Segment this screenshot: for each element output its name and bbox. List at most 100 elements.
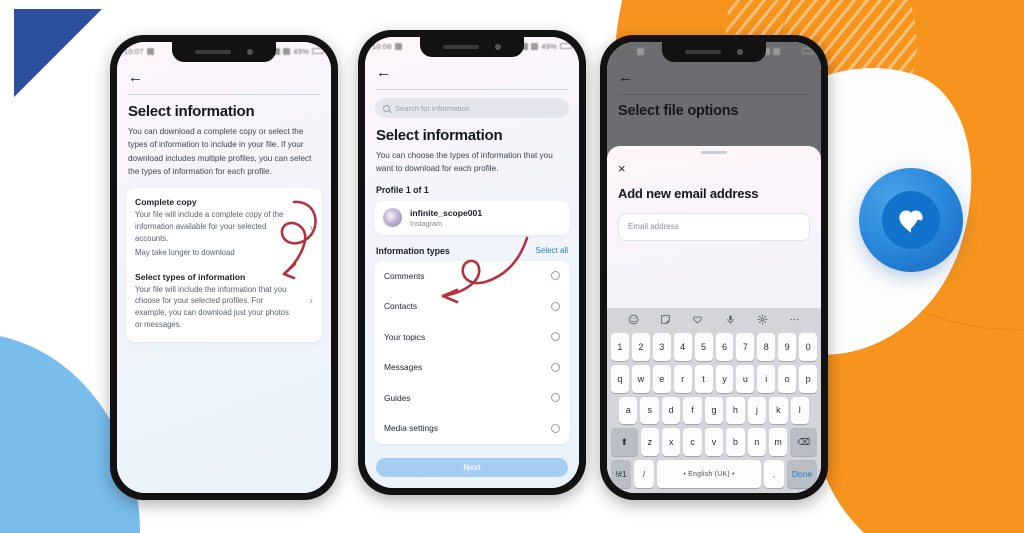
phone1-description: You can download a complete copy or sele… xyxy=(128,127,312,176)
radio-icon[interactable] xyxy=(551,271,560,281)
key-d[interactable]: d xyxy=(661,396,681,425)
profile-row[interactable]: infinite_scope001 Instagram xyxy=(374,200,570,235)
list-item-media-settings[interactable]: Media settings xyxy=(374,413,570,444)
comma-key[interactable]: , xyxy=(764,460,784,488)
key-2[interactable]: 2 xyxy=(631,333,650,361)
key-g[interactable]: g xyxy=(704,396,724,425)
list-item-comments[interactable]: Comments xyxy=(374,261,570,292)
key-7[interactable]: 7 xyxy=(736,333,755,361)
close-icon[interactable]: × xyxy=(618,162,810,175)
phone1-page-title: Select information xyxy=(128,103,255,120)
key-a[interactable]: a xyxy=(619,396,638,425)
status-app-icon xyxy=(394,42,402,50)
backspace-key[interactable]: ⌫ xyxy=(790,428,818,457)
list-item-guides[interactable]: Guides xyxy=(374,383,570,414)
microphone-icon[interactable] xyxy=(725,314,736,325)
key-z[interactable]: z xyxy=(640,428,660,457)
select-all-button[interactable]: Select all xyxy=(536,246,568,255)
key-p[interactable]: p xyxy=(799,364,818,393)
emoji-icon[interactable] xyxy=(628,314,639,325)
list-item-your-topics[interactable]: Your topics xyxy=(374,322,570,353)
information-types-list: Comments Contacts Your topics Messages G… xyxy=(374,260,570,444)
key-4[interactable]: 4 xyxy=(673,333,692,361)
navy-triangle-decoration xyxy=(14,9,102,97)
option-note: May take longer to download xyxy=(135,247,235,257)
sticker-icon[interactable] xyxy=(660,314,671,325)
key-t[interactable]: t xyxy=(694,364,713,393)
profile-count-label: Profile 1 of 1 xyxy=(376,184,429,195)
key-q[interactable]: q xyxy=(610,364,629,393)
key-c[interactable]: c xyxy=(683,428,702,457)
signal-icon xyxy=(531,42,539,50)
key-y[interactable]: y xyxy=(715,364,734,393)
status-app-icon xyxy=(146,47,154,55)
key-h[interactable]: h xyxy=(726,396,745,425)
back-icon[interactable]: ← xyxy=(128,70,143,85)
email-field[interactable]: Email address xyxy=(618,212,810,241)
key-w[interactable]: w xyxy=(631,364,650,393)
key-j[interactable]: j xyxy=(747,396,767,425)
key-m[interactable]: m xyxy=(768,428,788,457)
done-key[interactable]: Done xyxy=(787,460,817,488)
key-s[interactable]: s xyxy=(640,396,659,425)
symbols-key[interactable]: !#1 xyxy=(611,460,631,488)
slash-key[interactable]: / xyxy=(634,460,654,488)
back-icon[interactable]: ← xyxy=(376,65,391,80)
phone2-status-bar: 10:08 49% xyxy=(365,37,579,55)
key-r[interactable]: r xyxy=(673,364,692,393)
option-complete-copy[interactable]: Complete copy Your file will include a c… xyxy=(135,197,313,258)
radio-icon[interactable] xyxy=(551,332,560,342)
list-item-contacts[interactable]: Contacts xyxy=(374,291,570,322)
list-item-label: Guides xyxy=(384,392,411,403)
search-icon xyxy=(383,104,390,112)
avatar xyxy=(383,208,402,228)
key-u[interactable]: u xyxy=(736,364,755,393)
status-battery: 49% xyxy=(541,41,557,51)
key-o[interactable]: o xyxy=(778,364,797,393)
key-5[interactable]: 5 xyxy=(694,333,713,361)
radio-icon[interactable] xyxy=(551,423,560,433)
keyboard-row-bottom-letters: ⬆ z x c v b n m ⌫ xyxy=(609,428,819,457)
overflow-menu-icon[interactable] xyxy=(789,314,800,325)
settings-gear-icon[interactable] xyxy=(757,314,768,325)
key-6[interactable]: 6 xyxy=(715,333,734,361)
key-i[interactable]: i xyxy=(757,364,776,393)
shift-key[interactable]: ⬆ xyxy=(610,428,638,457)
key-3[interactable]: 3 xyxy=(652,333,671,361)
key-x[interactable]: x xyxy=(662,428,681,457)
phone2-description: You can choose the types of information … xyxy=(376,151,553,174)
space-key[interactable]: • English (UK) • xyxy=(657,460,761,488)
gif-heart-icon[interactable] xyxy=(692,314,703,325)
sheet-grabber[interactable] xyxy=(701,151,727,154)
key-f[interactable]: f xyxy=(683,396,702,425)
search-input[interactable]: Search for information xyxy=(375,98,569,118)
key-0[interactable]: 0 xyxy=(799,333,818,361)
information-types-header: Information types Select all xyxy=(365,235,579,261)
key-1[interactable]: 1 xyxy=(610,333,629,361)
list-item-label: Comments xyxy=(384,270,425,281)
list-item-messages[interactable]: Messages xyxy=(374,352,570,383)
next-button[interactable]: Next xyxy=(376,458,568,477)
list-item-label: Contacts xyxy=(384,301,418,312)
radio-icon[interactable] xyxy=(551,393,560,403)
key-n[interactable]: n xyxy=(747,428,766,457)
front-camera xyxy=(737,49,743,55)
key-b[interactable]: b xyxy=(726,428,745,457)
list-item-label: Media settings xyxy=(384,423,438,434)
status-app-icon xyxy=(636,47,644,55)
key-e[interactable]: e xyxy=(652,364,671,393)
radio-icon[interactable] xyxy=(551,301,560,311)
list-item-label: Your topics xyxy=(384,331,426,342)
key-9[interactable]: 9 xyxy=(778,333,797,361)
key-v[interactable]: v xyxy=(704,428,724,457)
option-select-types[interactable]: Select types of information Your file wi… xyxy=(135,272,313,331)
keyboard-row-home: a s d f g h j k l xyxy=(609,396,819,425)
key-k[interactable]: k xyxy=(769,396,788,425)
status-time: 10:08 xyxy=(614,46,634,56)
earpiece-speaker xyxy=(685,50,721,54)
radio-icon[interactable] xyxy=(551,362,560,372)
phone2-divider xyxy=(376,89,568,90)
phone-mockup-3: 10:08 49% ← Select file options xyxy=(600,35,828,500)
key-l[interactable]: l xyxy=(790,396,809,425)
key-8[interactable]: 8 xyxy=(757,333,776,361)
